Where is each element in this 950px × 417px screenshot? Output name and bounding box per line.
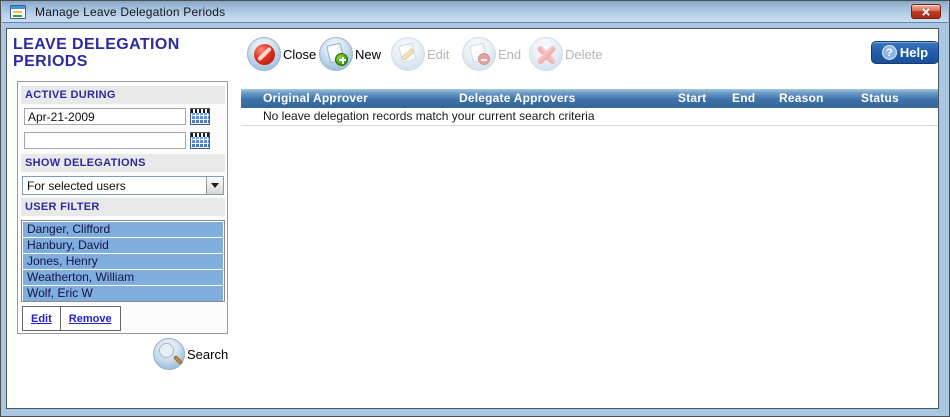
show-delegations-header: SHOW DELEGATIONS xyxy=(21,154,225,172)
edit-users-cell[interactable]: Edit xyxy=(22,306,61,331)
empty-results-message: No leave delegation records match your c… xyxy=(241,108,938,126)
red-x-icon xyxy=(529,37,563,71)
edit-users-link[interactable]: Edit xyxy=(31,313,52,325)
titlebar[interactable]: Manage Leave Delegation Periods xyxy=(2,1,948,23)
list-item[interactable]: Hanbury, David xyxy=(23,238,223,253)
question-circle-icon: ? xyxy=(881,45,897,60)
form-window-icon xyxy=(10,4,26,19)
user-filter-header: USER FILTER xyxy=(21,198,225,216)
new-button-label: New xyxy=(355,46,382,62)
dialog-content: LEAVE DELEGATION PERIODS ACTIVE DURING S… xyxy=(6,28,939,409)
active-to-date-input[interactable] xyxy=(24,132,186,149)
list-item[interactable]: Danger, Clifford xyxy=(23,222,223,237)
show-delegations-selected-value: For selected users xyxy=(27,178,126,193)
search-button[interactable]: Search xyxy=(153,338,228,370)
active-from-date-input[interactable] xyxy=(24,108,186,125)
remove-users-link[interactable]: Remove xyxy=(69,313,112,325)
chevron-down-icon[interactable] xyxy=(206,177,223,194)
page-title-line2: PERIODS xyxy=(13,53,88,70)
help-button-label: Help xyxy=(899,45,929,60)
calendar-icon[interactable] xyxy=(190,132,210,149)
end-button: End xyxy=(462,37,521,71)
end-button-label: End xyxy=(498,46,522,62)
red-x-glyph xyxy=(535,43,558,66)
no-entry-icon xyxy=(247,37,281,71)
magnifier-handle xyxy=(173,355,183,365)
results-table-header: Original Approver Delegate Approvers Sta… xyxy=(241,89,938,108)
close-button[interactable]: Close xyxy=(247,37,316,71)
page-title: LEAVE DELEGATION PERIODS xyxy=(13,36,238,70)
edit-button: Edit xyxy=(391,37,449,71)
column-header-start[interactable]: Start xyxy=(678,91,706,105)
edit-button-label: Edit xyxy=(427,46,450,62)
column-header-original-approver[interactable]: Original Approver xyxy=(263,91,368,105)
no-entry-sign xyxy=(254,44,275,65)
close-button-label: Close xyxy=(283,46,317,62)
list-item[interactable]: Jones, Henry xyxy=(23,254,223,269)
stop-badge-icon xyxy=(478,53,490,65)
search-button-label: Search xyxy=(187,346,229,362)
document-pencil-icon xyxy=(391,37,425,71)
column-header-end[interactable]: End xyxy=(732,91,755,105)
help-button[interactable]: ? Help xyxy=(871,41,939,64)
document-plus-icon xyxy=(319,37,353,71)
list-item[interactable]: Wolf, Eric W xyxy=(23,286,223,301)
window-close-button[interactable] xyxy=(911,4,941,19)
column-header-reason[interactable]: Reason xyxy=(779,91,824,105)
column-header-delegate-approvers[interactable]: Delegate Approvers xyxy=(459,91,576,105)
window-title: Manage Leave Delegation Periods xyxy=(35,4,226,19)
delete-button-label: Delete xyxy=(565,46,603,62)
page-title-line1: LEAVE DELEGATION xyxy=(13,36,180,53)
list-item[interactable]: Weatherton, William xyxy=(23,270,223,285)
new-button[interactable]: New xyxy=(319,37,381,71)
remove-users-cell[interactable]: Remove xyxy=(60,306,121,331)
plus-badge-icon xyxy=(335,53,348,66)
filter-panel: ACTIVE DURING SHOW DELEGATIONS For selec… xyxy=(17,81,228,334)
magnifier-lens xyxy=(160,344,173,357)
delete-button: Delete xyxy=(529,37,603,71)
user-filter-actions: Edit Remove xyxy=(22,306,121,331)
calendar-icon[interactable] xyxy=(190,108,210,125)
column-header-status[interactable]: Status xyxy=(861,91,899,105)
document-stop-icon xyxy=(462,37,496,71)
show-delegations-select[interactable]: For selected users xyxy=(22,176,224,195)
magnifier-icon xyxy=(153,338,185,370)
active-during-header: ACTIVE DURING xyxy=(21,86,225,104)
user-filter-listbox[interactable]: Danger, Clifford Hanbury, David Jones, H… xyxy=(21,220,225,302)
dialog-window: Manage Leave Delegation Periods LEAVE DE… xyxy=(0,0,950,417)
